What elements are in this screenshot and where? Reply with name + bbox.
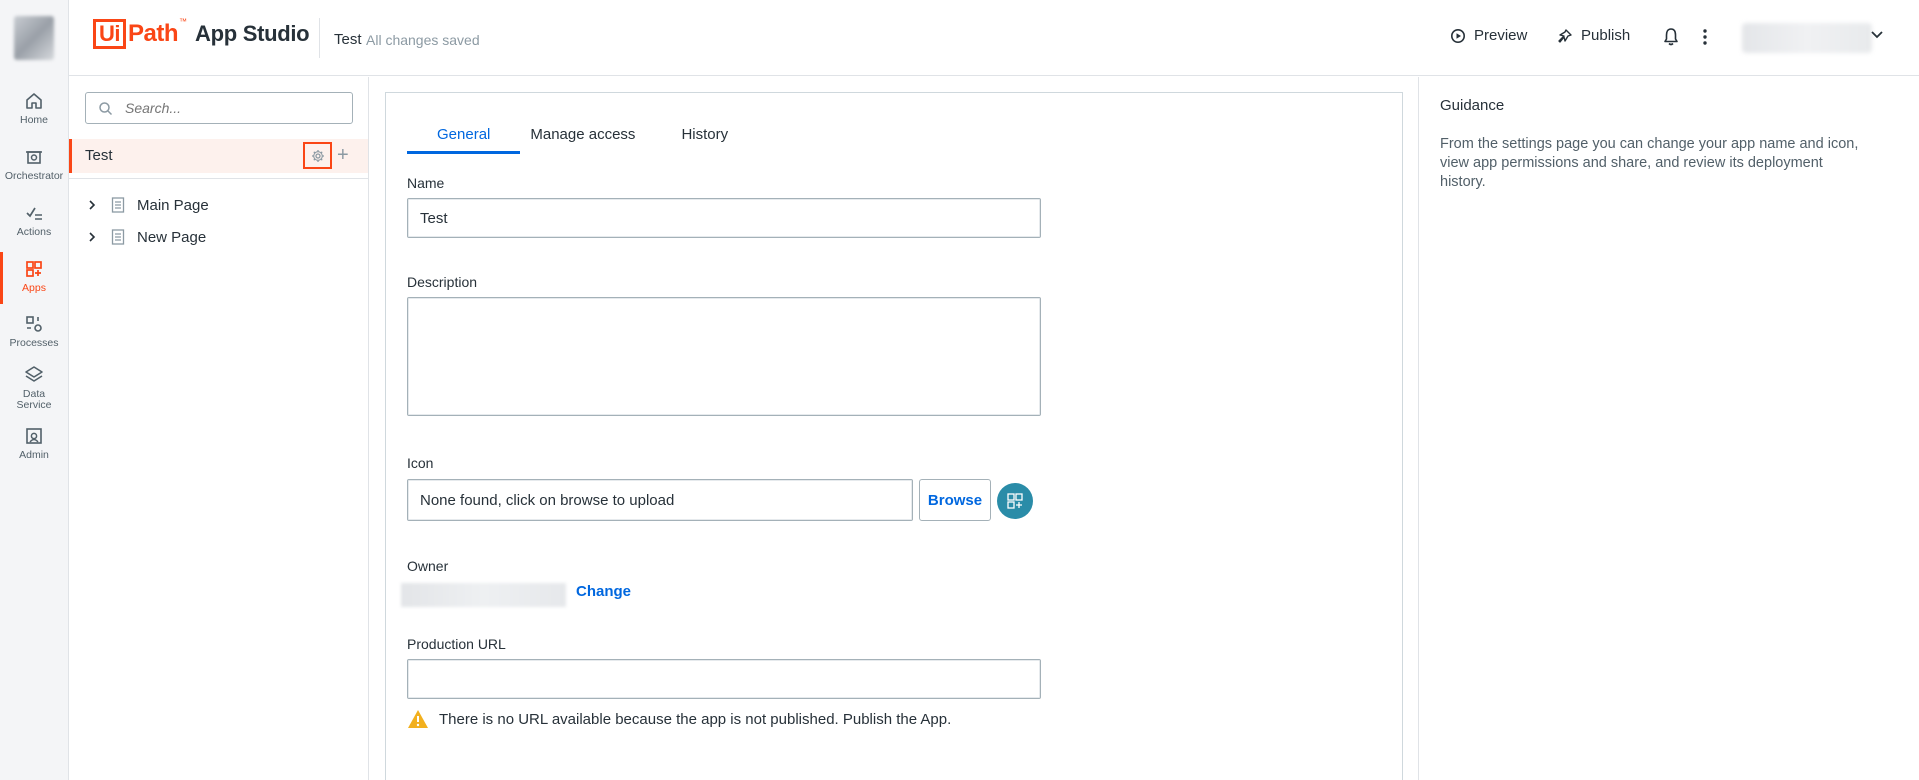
rail-label-data-service: Data Service	[16, 388, 52, 411]
browse-button[interactable]: Browse	[919, 479, 991, 521]
user-menu-toggle[interactable]	[1870, 30, 1892, 40]
publish-button[interactable]: Publish	[1557, 27, 1630, 44]
publish-icon	[1558, 28, 1572, 43]
rail-item-home[interactable]: Home	[0, 90, 68, 126]
preview-icon	[1451, 28, 1465, 43]
production-url-label: Production URL	[407, 636, 506, 652]
rail-label-actions: Actions	[16, 226, 52, 238]
publish-label: Publish	[1581, 27, 1631, 44]
unpublished-warning: There is no URL available because the ap…	[407, 709, 951, 729]
page-tree-panel: Test + Main Page New Page	[69, 77, 369, 780]
warning-icon	[408, 710, 428, 728]
tab-history[interactable]: History	[665, 123, 758, 155]
app-name: Test	[334, 31, 362, 48]
add-page-button[interactable]: +	[337, 144, 349, 166]
page-icon	[111, 197, 125, 213]
chevron-right-icon[interactable]	[85, 198, 99, 212]
owner-value	[401, 583, 566, 607]
tab-manage-access[interactable]: Manage access	[520, 123, 665, 155]
name-label: Name	[407, 175, 445, 191]
apps-icon	[26, 261, 42, 277]
page-icon	[111, 229, 125, 245]
logo-ui: Ui	[93, 19, 126, 49]
production-url-field[interactable]	[407, 659, 1041, 699]
description-label: Description	[407, 274, 478, 290]
rail-item-processes[interactable]: Processes	[0, 313, 68, 349]
tree-item-new-page[interactable]: New Page	[85, 225, 206, 249]
rail-label-apps: Apps	[22, 282, 46, 294]
guidance-title: Guidance	[1440, 97, 1505, 114]
save-status: All changes saved	[366, 32, 480, 48]
rail-label-home: Home	[19, 114, 48, 126]
logo-path: Path	[128, 20, 179, 47]
guidance-panel: Guidance From the settings page you can …	[1418, 77, 1919, 780]
chevron-down-icon	[1871, 31, 1883, 39]
product-name: App Studio	[195, 21, 310, 46]
rail-label-admin: Admin	[19, 449, 49, 461]
bell-icon	[1664, 28, 1678, 46]
rail-item-orchestrator[interactable]: Orchestrator	[0, 146, 68, 182]
settings-tabs: General Manage access History	[407, 123, 758, 155]
preview-label: Preview	[1474, 27, 1528, 44]
rail-label-orchestrator: Orchestrator	[4, 170, 64, 182]
rail-item-apps[interactable]: Apps	[0, 252, 68, 304]
notifications-button[interactable]	[1662, 27, 1688, 47]
owner-label: Owner	[407, 558, 449, 574]
gear-icon	[311, 149, 324, 162]
app-settings-button[interactable]	[303, 142, 332, 169]
data-service-icon	[25, 366, 43, 382]
top-header: Ui Path ™ App Studio Test All changes sa…	[69, 0, 1919, 76]
app-settings-card: General Manage access History Name Test …	[385, 92, 1403, 780]
tree-root-label: Test	[85, 147, 113, 164]
rail-item-admin[interactable]: Admin	[0, 425, 68, 461]
user-profile[interactable]	[1742, 23, 1872, 53]
app-icon-preview	[997, 483, 1033, 519]
icon-label: Icon	[407, 455, 434, 471]
description-field[interactable]	[407, 297, 1041, 416]
change-owner-link[interactable]: Change	[576, 583, 631, 600]
apps-icon	[1007, 493, 1023, 509]
rail-item-actions[interactable]: Actions	[0, 202, 68, 238]
tenant-avatar[interactable]	[14, 16, 54, 60]
rail-item-data-service[interactable]: Data Service	[0, 364, 68, 411]
kebab-icon	[1703, 29, 1707, 45]
chevron-right-icon[interactable]	[85, 230, 99, 244]
processes-icon	[26, 316, 42, 332]
actions-icon	[26, 207, 42, 220]
warning-text: There is no URL available because the ap…	[439, 710, 952, 728]
guidance-text: From the settings page you can change yo…	[1440, 136, 1859, 190]
header-divider	[319, 18, 320, 58]
uipath-logo[interactable]: Ui Path ™ App Studio	[93, 17, 310, 49]
rail-label-processes: Processes	[9, 337, 59, 349]
tree-item-label: New Page	[137, 228, 207, 246]
tree-search[interactable]	[85, 92, 353, 124]
admin-icon	[26, 428, 42, 444]
search-icon	[99, 101, 113, 115]
preview-button[interactable]: Preview	[1450, 27, 1527, 44]
icon-field[interactable]: None found, click on browse to upload	[407, 479, 913, 521]
tree-root-item[interactable]: Test +	[69, 139, 368, 173]
left-rail: Home Orchestrator Actions Apps Processes…	[0, 0, 69, 780]
more-options-button[interactable]	[1702, 28, 1716, 46]
tab-general[interactable]: General	[407, 123, 521, 155]
name-field[interactable]: Test	[407, 198, 1041, 238]
home-icon	[26, 93, 42, 109]
orchestrator-icon	[26, 151, 42, 164]
logo-trademark: ™	[179, 17, 188, 26]
tree-divider	[69, 178, 368, 179]
search-input[interactable]	[125, 100, 345, 116]
tree-item-label: Main Page	[137, 196, 209, 214]
tree-item-main-page[interactable]: Main Page	[85, 193, 209, 217]
